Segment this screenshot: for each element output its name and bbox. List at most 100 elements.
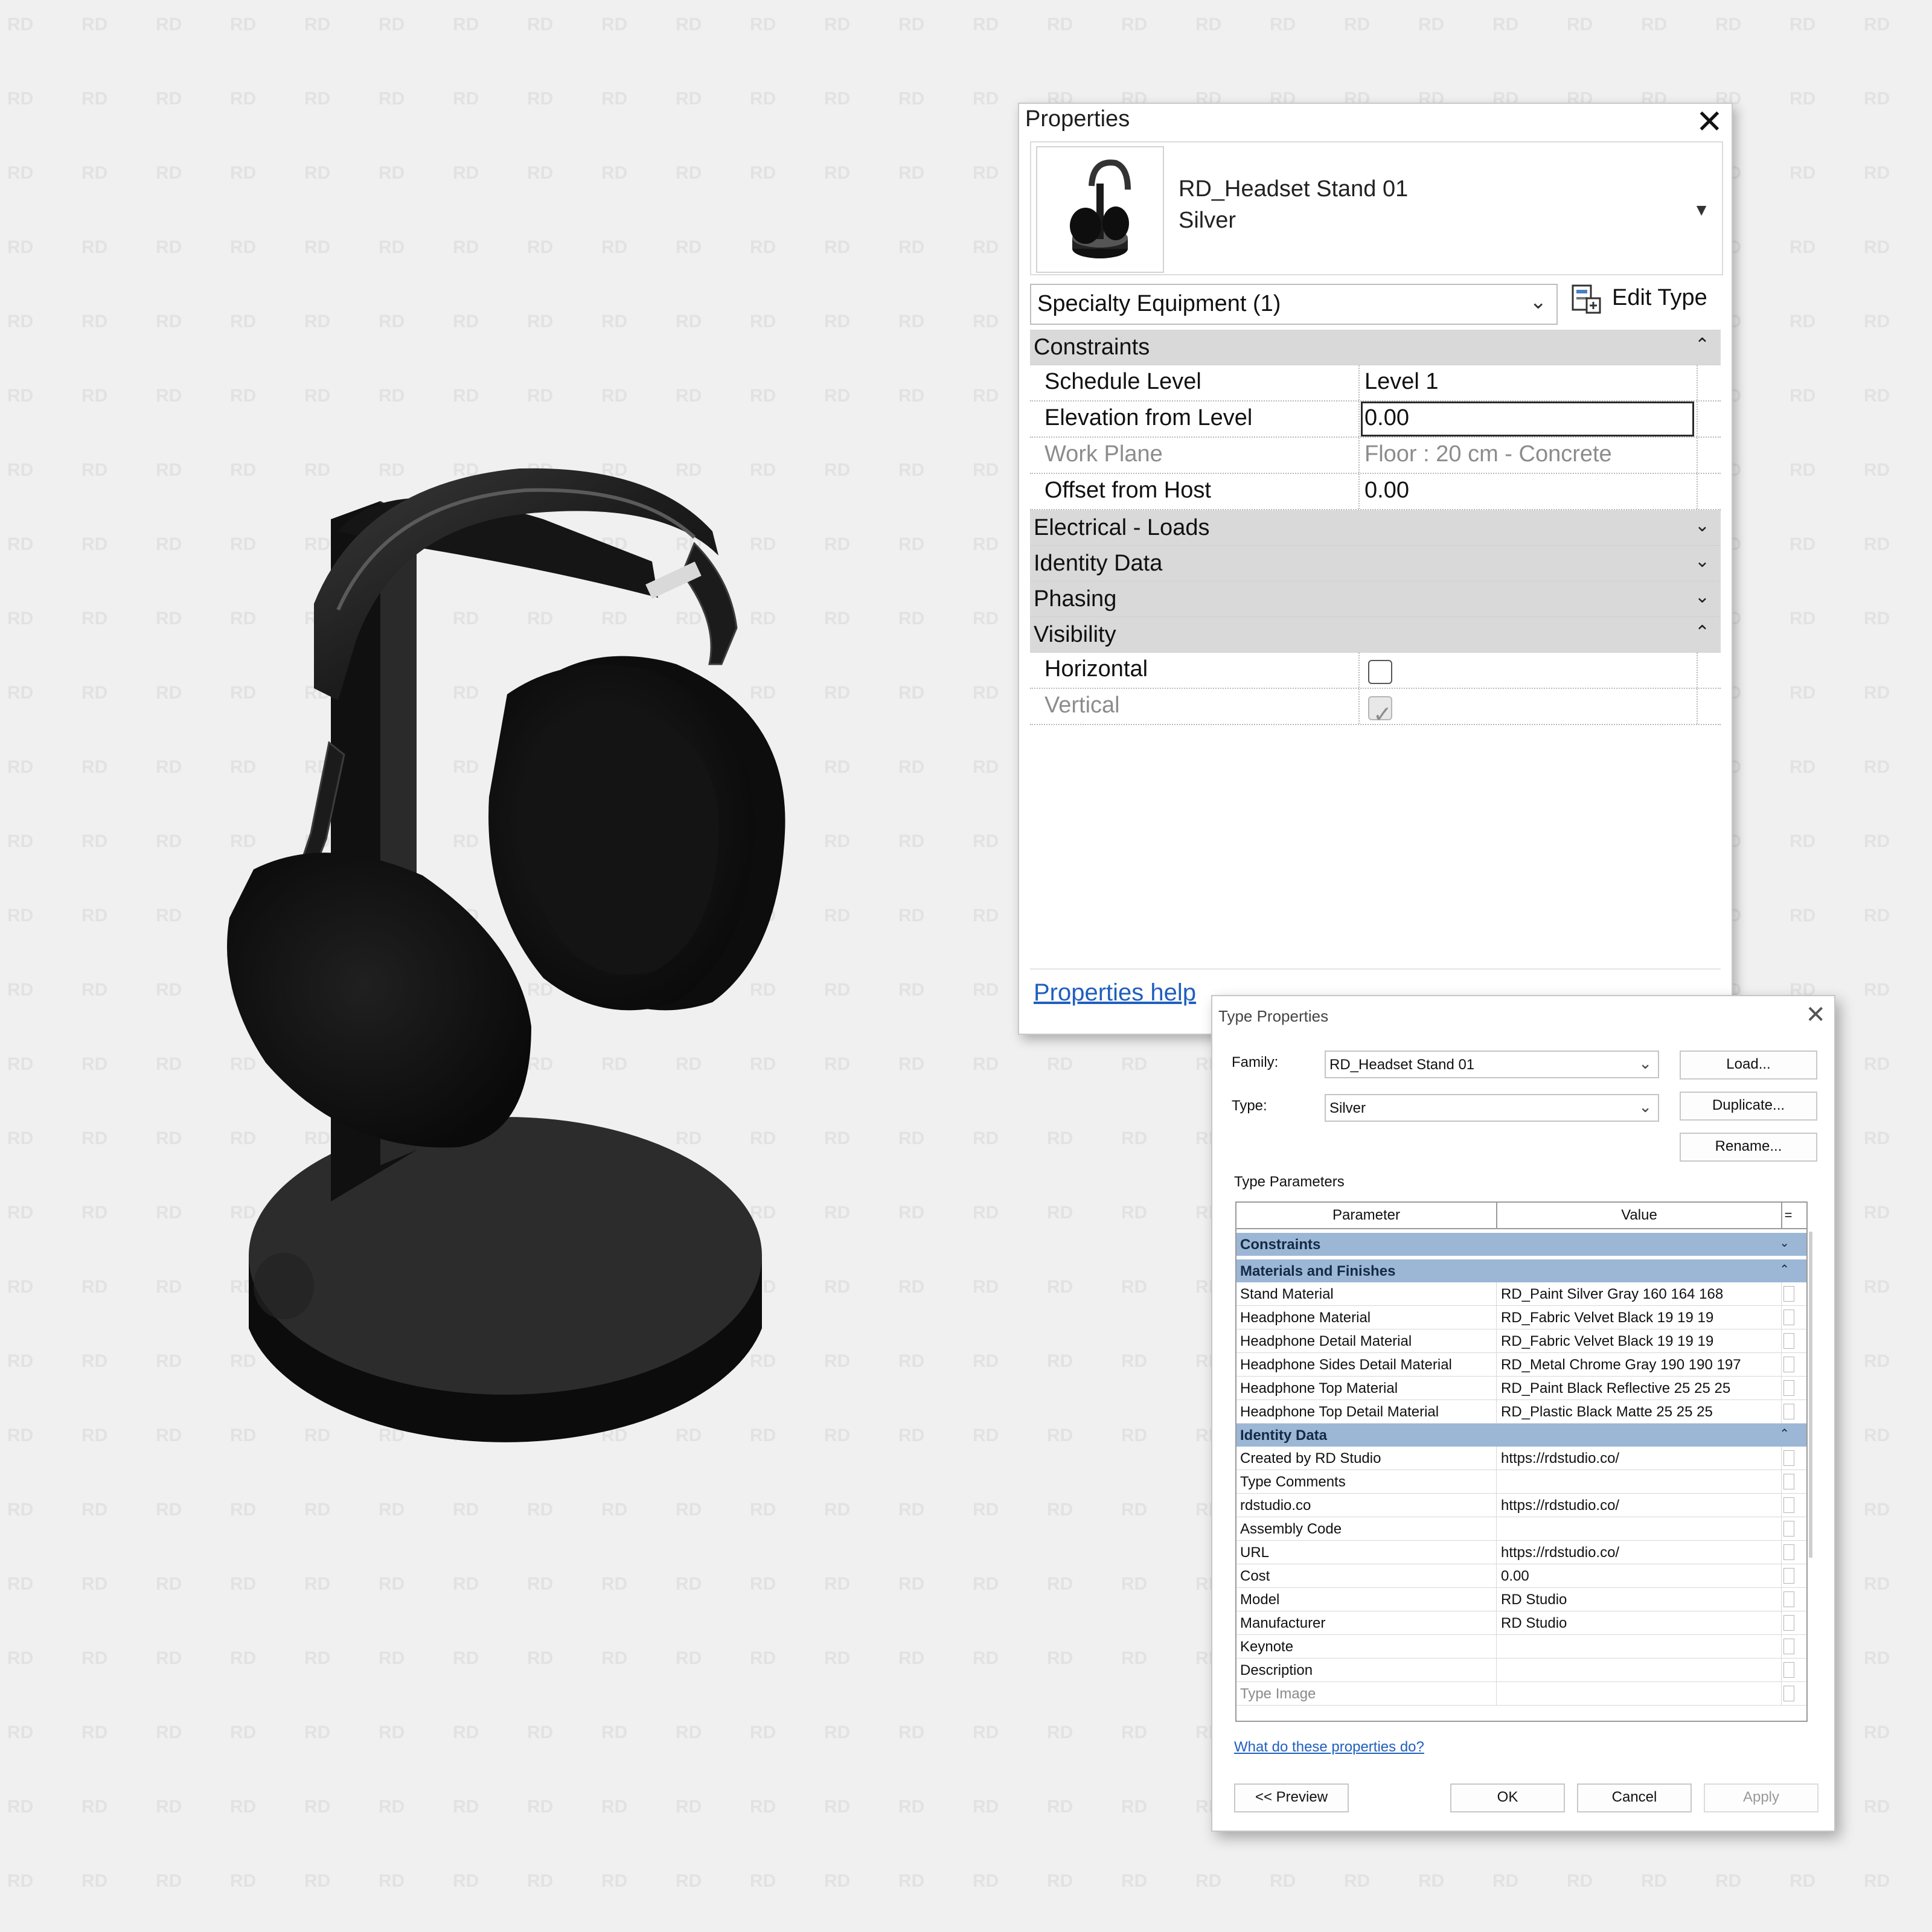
formula-button[interactable] [1783,1544,1794,1560]
type-dropdown[interactable]: Silver ⌄ [1325,1094,1659,1122]
parameter-row[interactable]: URL https://rdstudio.co/ [1236,1541,1806,1564]
parameter-value[interactable]: RD_Plastic Black Matte 25 25 25 [1501,1404,1713,1421]
property-row-elevation-from-level[interactable]: Elevation from Level 0.00 [1030,401,1721,438]
parameter-value-cell[interactable] [1497,1470,1782,1493]
formula-button[interactable] [1783,1568,1794,1584]
formula-button[interactable] [1783,1639,1794,1654]
expand-chevrons-down-icon[interactable]: ⌄ [1695,586,1710,607]
parameter-value-cell[interactable] [1497,1517,1782,1540]
property-row-offset-from-host[interactable]: Offset from Host 0.00 [1030,474,1721,510]
property-row-schedule-level[interactable]: Schedule Level Level 1 [1030,365,1721,401]
scrollbar[interactable] [1809,1232,1812,1558]
formula-button[interactable] [1783,1497,1794,1513]
formula-button[interactable] [1783,1333,1794,1349]
property-value-input[interactable]: 0.00 [1361,401,1694,437]
group-constraints[interactable]: Constraints ⌃ [1030,330,1721,365]
cancel-button[interactable]: Cancel [1577,1783,1692,1812]
parameter-value-cell[interactable]: RD Studio [1497,1611,1782,1634]
formula-button[interactable] [1783,1662,1794,1678]
chevron-down-icon[interactable]: ▼ [1693,200,1710,220]
preview-button[interactable]: << Preview [1234,1783,1349,1812]
group-phasing[interactable]: Phasing ⌄ [1030,581,1721,617]
duplicate-button[interactable]: Duplicate... [1680,1092,1817,1121]
parameter-value[interactable]: RD_Fabric Velvet Black 19 19 19 [1501,1310,1713,1326]
parameter-value-cell[interactable]: https://rdstudio.co/ [1497,1447,1782,1470]
parameter-value-cell[interactable]: RD Studio [1497,1588,1782,1611]
parameter-value-cell[interactable]: RD_Fabric Velvet Black 19 19 19 [1497,1329,1782,1352]
what-do-these-properties-do-link[interactable]: What do these properties do? [1234,1739,1424,1756]
rename-button[interactable]: Rename... [1680,1133,1817,1162]
parameter-value[interactable]: RD Studio [1501,1615,1567,1632]
group-identity-data[interactable]: Identity Data ⌃ [1236,1424,1806,1447]
load-button[interactable]: Load... [1680,1051,1817,1080]
group-electrical-loads[interactable]: Electrical - Loads ⌄ [1030,510,1721,546]
group-identity-data[interactable]: Identity Data ⌄ [1030,546,1721,581]
close-icon[interactable]: ✕ [1696,104,1723,140]
parameter-value[interactable]: https://rdstudio.co/ [1501,1544,1619,1561]
column-header-value[interactable]: Value [1497,1203,1782,1228]
formula-button[interactable] [1783,1380,1794,1396]
formula-button[interactable] [1783,1404,1794,1419]
horizontal-checkbox[interactable] [1368,660,1392,684]
parameter-value[interactable]: https://rdstudio.co/ [1501,1450,1619,1467]
parameter-value-cell[interactable] [1497,1659,1782,1681]
formula-button[interactable] [1783,1615,1794,1631]
collapse-chevrons-up-icon[interactable]: ⌃ [1695,622,1710,643]
type-selector[interactable]: RD_Headset Stand 01 Silver ▼ [1030,141,1723,275]
parameter-value[interactable]: RD Studio [1501,1591,1567,1608]
expand-chevrons-down-icon[interactable]: ⌄ [1695,515,1710,536]
parameter-value-cell[interactable] [1497,1635,1782,1658]
column-header-parameter[interactable]: Parameter [1236,1203,1497,1228]
parameter-value-cell[interactable]: RD_Metal Chrome Gray 190 190 197 [1497,1353,1782,1376]
formula-button[interactable] [1783,1286,1794,1302]
parameter-row[interactable]: Headphone Material RD_Fabric Velvet Black… [1236,1306,1806,1329]
parameter-row[interactable]: Headphone Top Detail Material RD_Plastic … [1236,1400,1806,1424]
parameter-value-cell[interactable]: https://rdstudio.co/ [1497,1494,1782,1517]
parameter-row[interactable]: Manufacturer RD Studio [1236,1611,1806,1635]
property-value[interactable]: 0.00 [1364,478,1409,504]
formula-button[interactable] [1783,1474,1794,1489]
formula-button[interactable] [1783,1310,1794,1325]
parameter-row[interactable]: Headphone Sides Detail Material RD_Metal … [1236,1353,1806,1377]
property-value[interactable]: Level 1 [1364,369,1439,395]
parameter-value[interactable]: https://rdstudio.co/ [1501,1497,1619,1514]
property-value[interactable]: 0.00 [1364,405,1409,431]
parameter-row[interactable]: Description [1236,1659,1806,1682]
group-materials-and-finishes[interactable]: Materials and Finishes ⌃ [1236,1259,1806,1282]
parameter-value-cell[interactable]: RD_Paint Black Reflective 25 25 25 [1497,1377,1782,1399]
formula-button[interactable] [1783,1521,1794,1537]
parameter-row[interactable]: Headphone Detail Material RD_Fabric Velve… [1236,1329,1806,1353]
family-dropdown[interactable]: RD_Headset Stand 01 ⌄ [1325,1051,1659,1078]
parameter-row[interactable]: Keynote [1236,1635,1806,1659]
parameter-row[interactable]: Model RD Studio [1236,1588,1806,1611]
formula-button[interactable] [1783,1357,1794,1372]
ok-button[interactable]: OK [1450,1783,1565,1812]
parameter-value-cell[interactable]: https://rdstudio.co/ [1497,1541,1782,1564]
formula-button[interactable] [1783,1591,1794,1607]
group-visibility[interactable]: Visibility ⌃ [1030,617,1721,653]
close-icon[interactable]: ✕ [1805,1001,1826,1029]
parameter-row[interactable]: Stand Material RD_Paint Silver Gray 160 1… [1236,1282,1806,1306]
parameter-value-cell[interactable]: 0.00 [1497,1564,1782,1587]
collapse-chevrons-up-icon[interactable]: ⌃ [1779,1426,1790,1441]
parameter-value[interactable]: RD_Metal Chrome Gray 190 190 197 [1501,1357,1741,1374]
parameter-value[interactable]: 0.00 [1501,1568,1529,1585]
properties-help-link[interactable]: Properties help [1034,979,1196,1006]
category-filter-dropdown[interactable]: Specialty Equipment (1) ⌄ [1030,284,1558,325]
parameter-row[interactable]: Headphone Top Material RD_Paint Black Ref… [1236,1377,1806,1400]
parameter-row[interactable]: Cost 0.00 [1236,1564,1806,1588]
formula-button[interactable] [1783,1686,1794,1701]
parameter-row[interactable]: Created by RD Studio https://rdstudio.co/ [1236,1447,1806,1470]
collapse-chevrons-up-icon[interactable]: ⌃ [1695,334,1710,356]
parameter-value-cell[interactable] [1497,1682,1782,1705]
column-header-formula[interactable]: = [1782,1203,1794,1228]
parameter-value-cell[interactable]: RD_Fabric Velvet Black 19 19 19 [1497,1306,1782,1329]
group-constraints[interactable]: Constraints ⌄ [1236,1233,1806,1256]
parameter-row[interactable]: rdstudio.co https://rdstudio.co/ [1236,1494,1806,1517]
expand-chevrons-down-icon[interactable]: ⌄ [1695,551,1710,572]
parameter-row[interactable]: Type Image [1236,1682,1806,1706]
parameter-value[interactable]: RD_Fabric Velvet Black 19 19 19 [1501,1333,1713,1350]
parameter-value[interactable]: RD_Paint Black Reflective 25 25 25 [1501,1380,1730,1397]
parameter-value-cell[interactable]: RD_Plastic Black Matte 25 25 25 [1497,1400,1782,1423]
property-row-horizontal[interactable]: Horizontal [1030,653,1721,689]
